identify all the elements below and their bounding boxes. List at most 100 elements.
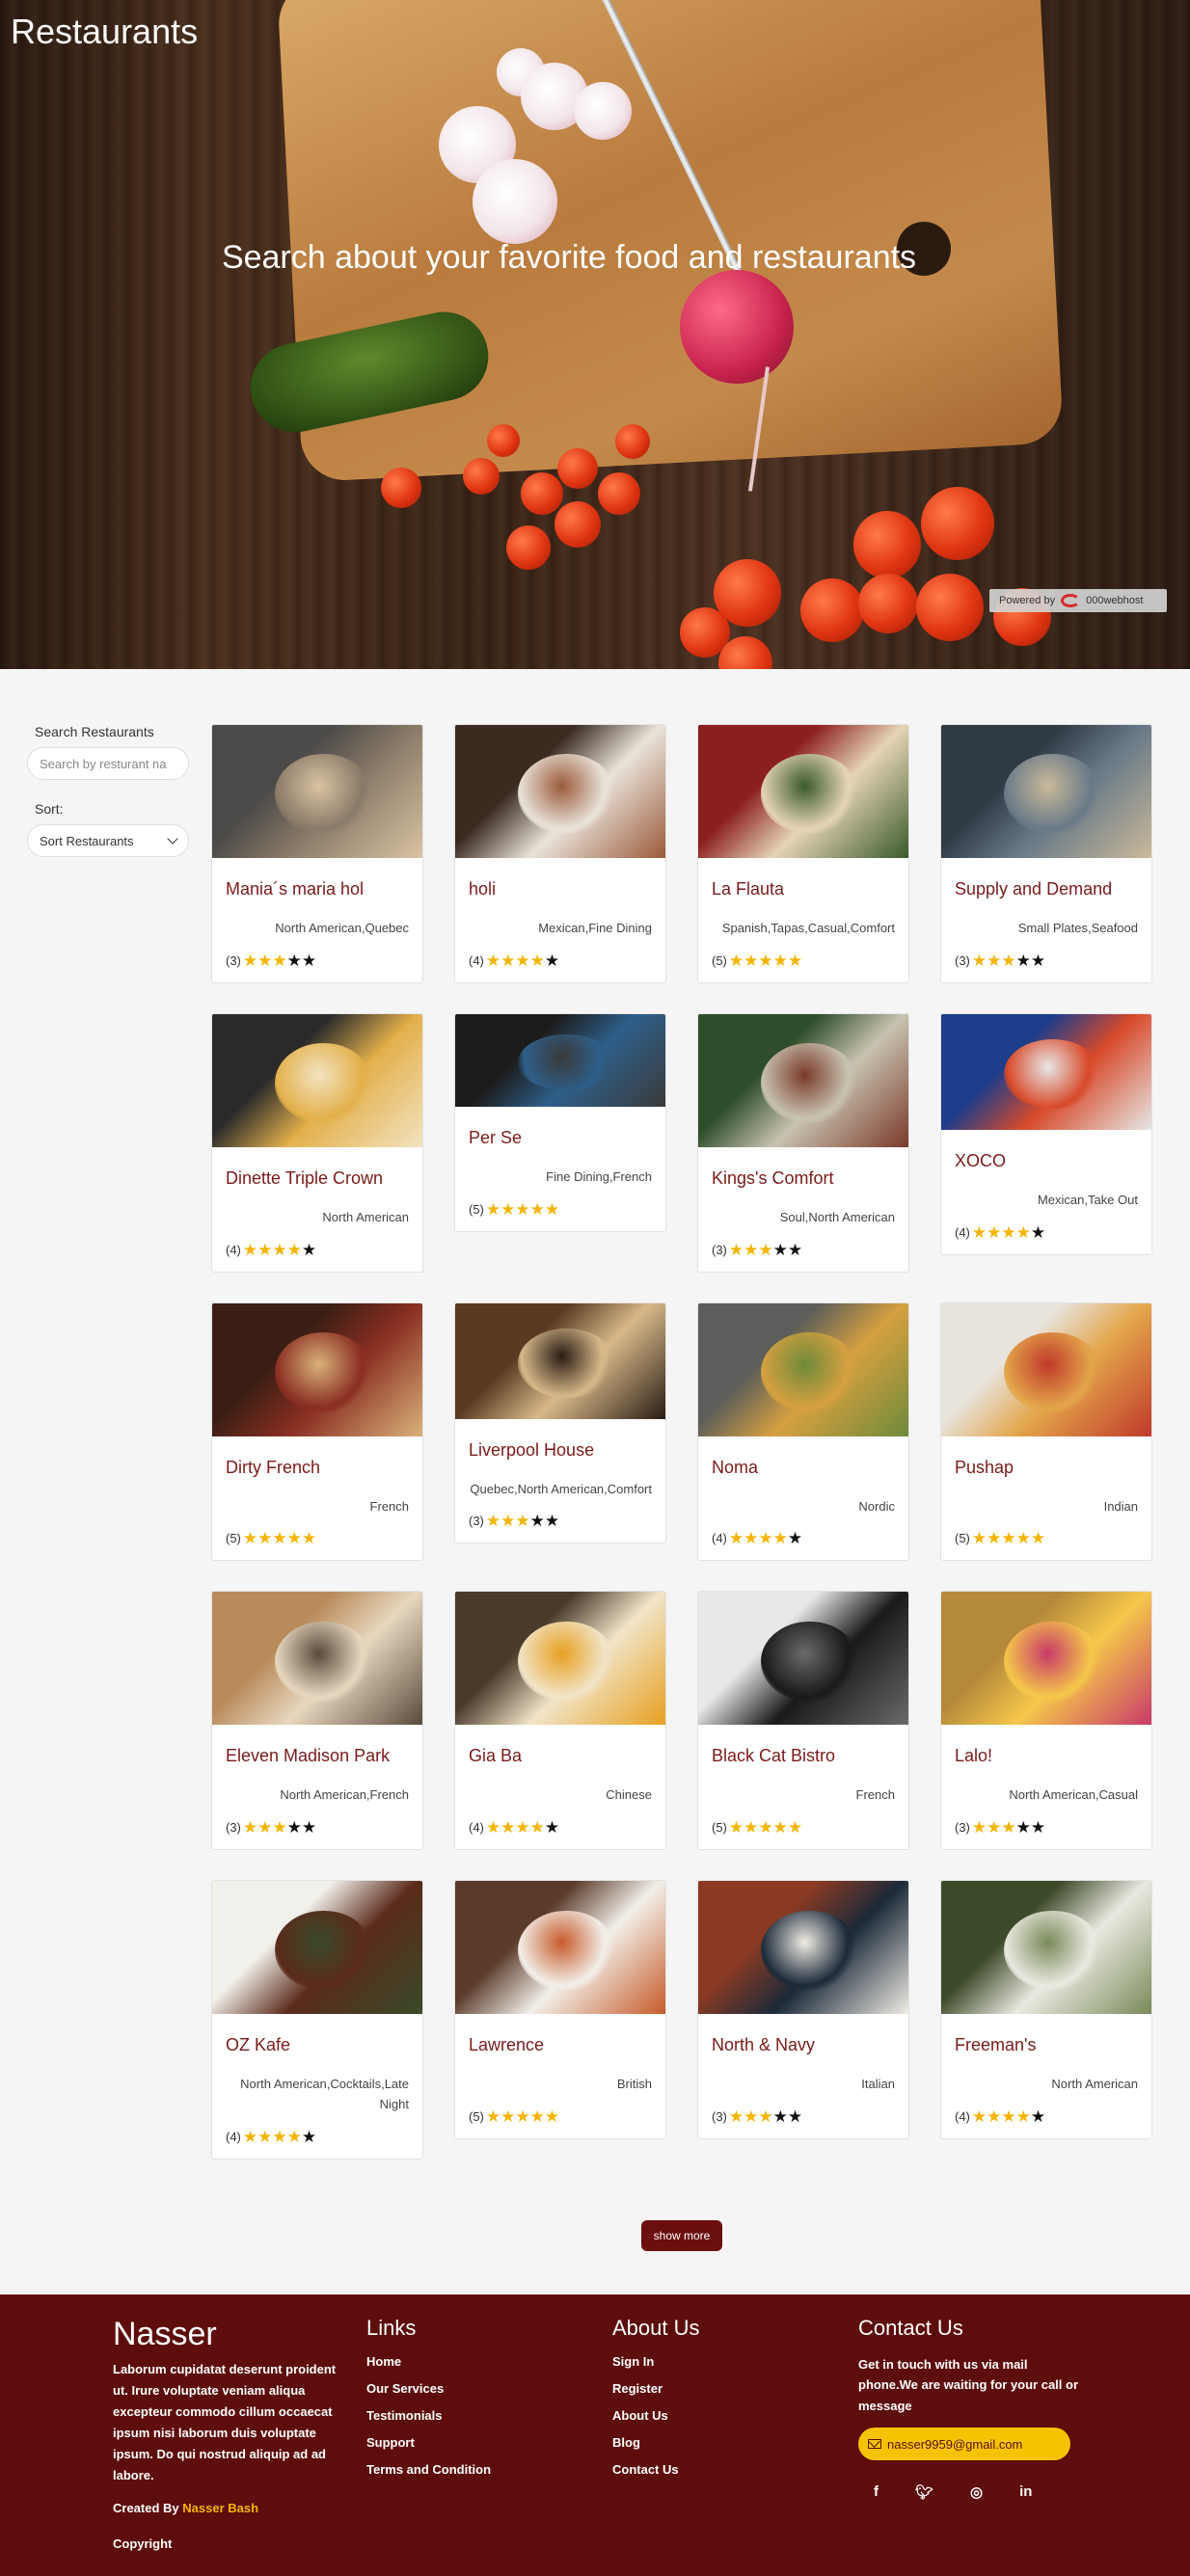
sort-select-value: Sort Restaurants [40, 833, 134, 848]
star-icon: ★ [744, 1818, 759, 1838]
star-icon: ★ [758, 1818, 773, 1838]
restaurant-name[interactable]: Lawrence [469, 2035, 652, 2055]
linkedin-icon[interactable]: in [1019, 2483, 1032, 2501]
restaurant-name[interactable]: La Flauta [712, 879, 895, 899]
restaurant-name[interactable]: Dinette Triple Crown [226, 1168, 409, 1189]
restaurant-card[interactable]: holi Mexican,Fine Dining (4) ★ ★ ★ ★ ★ [454, 724, 666, 983]
restaurant-card[interactable]: OZ Kafe North American,Cocktails,Late Nig… [211, 1880, 423, 2160]
footer-link-support[interactable]: Support [366, 2435, 491, 2450]
restaurant-card[interactable]: Black Cat Bistro French (5) ★ ★ ★ ★ ★ [697, 1591, 909, 1851]
restaurants-section: Search Restaurants Sort: Sort Restaurant… [0, 669, 1190, 2294]
restaurant-name[interactable]: Noma [712, 1458, 895, 1478]
star-icon: ★ [1015, 2106, 1031, 2126]
restaurant-name[interactable]: Black Cat Bistro [712, 1746, 895, 1766]
star-icon: ★ [987, 1818, 1002, 1838]
show-more-button[interactable]: show more [641, 2220, 722, 2251]
restaurant-name[interactable]: holi [469, 879, 652, 899]
twitter-icon[interactable]: 🐦︎ [915, 2483, 933, 2501]
star-icon: ★ [272, 1529, 287, 1548]
star-icon: ★ [971, 1222, 987, 1242]
restaurant-card[interactable]: Kings's Comfort Soul,North American (3) ★ ★ ★… [697, 1012, 909, 1273]
rating-count: (3) [226, 1820, 241, 1836]
email-button[interactable]: nasser9959@gmail.com [858, 2428, 1070, 2461]
footer-link-about[interactable]: About Us [612, 2408, 700, 2423]
footer-link-terms[interactable]: Terms and Condition [366, 2462, 491, 2477]
restaurant-card[interactable]: La Flauta Spanish,Tapas,Casual,Comfort (5)… [697, 724, 909, 983]
restaurant-cuisine: Fine Dining,French [546, 1168, 652, 1184]
restaurant-name[interactable]: Freeman's [955, 2035, 1138, 2055]
star-icon: ★ [728, 1240, 744, 1259]
restaurant-card[interactable]: Noma Nordic (4) ★ ★ ★ ★ ★ [697, 1301, 909, 1562]
restaurant-card[interactable]: Supply and Demand Small Plates,Seafood (3)… [940, 724, 1152, 983]
restaurant-name[interactable]: Per Se [469, 1128, 652, 1148]
restaurant-cuisine: Quebec,North American,Comfort [470, 1481, 652, 1496]
rating: (3) ★ ★ ★ ★ ★ [955, 953, 1138, 969]
sort-select[interactable]: Sort Restaurants [27, 824, 189, 857]
footer-link-services[interactable]: Our Services [366, 2381, 491, 2396]
footer-link-register[interactable]: Register [612, 2381, 700, 2396]
restaurant-name[interactable]: Liverpool House [469, 1440, 652, 1461]
star-icon: ★ [286, 1529, 302, 1548]
restaurant-card[interactable]: Pushap Indian (5) ★ ★ ★ ★ ★ [940, 1301, 1152, 1562]
restaurant-name[interactable]: Kings's Comfort [712, 1168, 895, 1189]
footer-link-contact[interactable]: Contact Us [612, 2462, 700, 2477]
restaurant-card[interactable]: Per Se Fine Dining,French (5) ★ ★ ★ ★ ★ [454, 1012, 666, 1232]
restaurant-name[interactable]: North & Navy [712, 2035, 895, 2055]
restaurant-card[interactable]: Lawrence British (5) ★ ★ ★ ★ ★ [454, 1880, 666, 2139]
author-link[interactable]: Nasser Bash [182, 2501, 258, 2515]
restaurant-card[interactable]: Dirty French French (5) ★ ★ ★ ★ ★ [211, 1301, 423, 1562]
restaurant-card-body: Noma Nordic (4) ★ ★ ★ ★ ★ [698, 1436, 908, 1561]
rating-count: (5) [469, 1201, 484, 1217]
instagram-icon[interactable]: ◎ [970, 2483, 983, 2501]
rating: (4) ★ ★ ★ ★ ★ [226, 1242, 409, 1258]
star-icon: ★ [242, 1818, 258, 1838]
facebook-icon[interactable]: f [874, 2483, 879, 2501]
search-input[interactable] [27, 747, 189, 780]
restaurant-name[interactable]: XOCO [955, 1151, 1138, 1171]
restaurant-name[interactable]: Eleven Madison Park [226, 1746, 409, 1766]
restaurant-image [455, 725, 665, 858]
image-shape [1004, 1621, 1101, 1702]
restaurant-card[interactable]: Dinette Triple Crown North American (4) ★ ★ ★… [211, 1012, 423, 1273]
star-icon: ★ [971, 951, 987, 970]
restaurant-cuisine: North American,Casual [1009, 1787, 1138, 1803]
footer-link-blog[interactable]: Blog [612, 2435, 700, 2450]
star-icon: ★ [286, 2127, 302, 2146]
footer-link-home[interactable]: Home [366, 2354, 491, 2369]
restaurant-name[interactable]: Mania´s maria hol [226, 879, 409, 899]
restaurant-name[interactable]: Gia Ba [469, 1746, 652, 1766]
restaurant-card[interactable]: North & Navy Italian (3) ★ ★ ★ ★ ★ [697, 1880, 909, 2139]
restaurant-card-body: Pushap Indian (5) ★ ★ ★ ★ ★ [941, 1436, 1151, 1561]
star-icon: ★ [544, 1199, 560, 1219]
powered-by-badge[interactable]: Powered by 000webhost [989, 589, 1167, 612]
restaurant-name[interactable]: OZ Kafe [226, 2035, 409, 2055]
rating: (5) ★ ★ ★ ★ ★ [469, 1201, 652, 1218]
star-icon: ★ [987, 1529, 1002, 1548]
star-icon: ★ [485, 1512, 501, 1531]
restaurant-image [212, 1592, 422, 1726]
restaurant-cuisine: North American [322, 1209, 409, 1224]
star-icon: ★ [529, 1199, 545, 1219]
restaurant-card[interactable]: Gia Ba Chinese (4) ★ ★ ★ ★ ★ [454, 1591, 666, 1851]
image-shape [1004, 1910, 1101, 1991]
star-icon: ★ [758, 2106, 773, 2126]
footer-link-sign-in[interactable]: Sign In [612, 2354, 700, 2369]
star-icon: ★ [1001, 1529, 1016, 1548]
footer-link-testimonials[interactable]: Testimonials [366, 2408, 491, 2423]
restaurant-card[interactable]: XOCO Mexican,Take Out (4) ★ ★ ★ ★ ★ [940, 1012, 1152, 1255]
restaurant-name[interactable]: Supply and Demand [955, 879, 1138, 899]
restaurant-name[interactable]: Lalo! [955, 1746, 1138, 1766]
restaurant-name[interactable]: Dirty French [226, 1458, 409, 1478]
restaurant-card[interactable]: Lalo! North American,Casual (3) ★ ★ ★ ★ ★ [940, 1591, 1152, 1851]
restaurant-cuisine: French [369, 1498, 409, 1514]
restaurant-card[interactable]: Mania´s maria hol North American,Quebec (3… [211, 724, 423, 983]
restaurant-card[interactable]: Liverpool House Quebec,North American,Com… [454, 1301, 666, 1544]
restaurant-cuisine: British [616, 2077, 652, 2092]
image-shape [275, 1621, 372, 1702]
restaurant-name[interactable]: Pushap [955, 1458, 1138, 1478]
restaurant-card-body: North & Navy Italian (3) ★ ★ ★ ★ ★ [698, 2014, 908, 2138]
restaurant-card[interactable]: Eleven Madison Park North American,French… [211, 1591, 423, 1851]
restaurant-card[interactable]: Freeman's North American (4) ★ ★ ★ ★ ★ [940, 1880, 1152, 2139]
star-icon: ★ [544, 1512, 560, 1531]
hero-tagline: Search about your favorite food and rest… [221, 239, 917, 276]
